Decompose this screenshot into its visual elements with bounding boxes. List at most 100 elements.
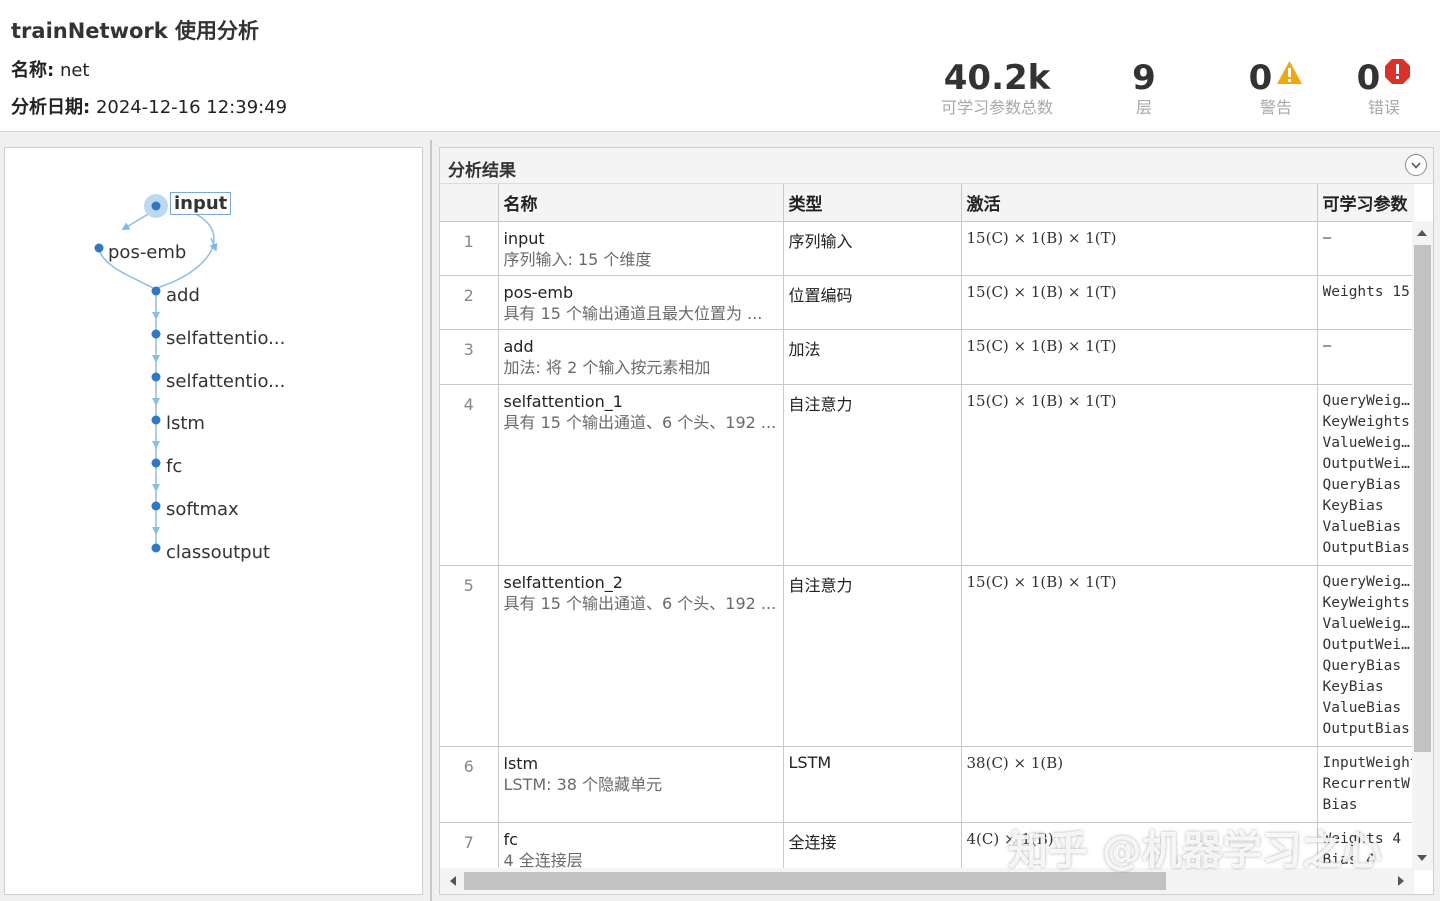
layer-params: –	[1317, 221, 1414, 276]
layer-params: QueryWeig… KeyWeights ValueWeig… OutputW…	[1317, 565, 1414, 747]
layer-activation: 15(C) × 1(B) × 1(T)	[961, 384, 1318, 566]
row-index: 1	[440, 221, 499, 276]
scroll-up-icon[interactable]	[1417, 230, 1427, 236]
table-row[interactable]: 3 add 加法: 将 2 个输入按元素相加 加法 15(C) × 1(B) × …	[440, 329, 1414, 385]
panel-splitter[interactable]	[430, 140, 432, 901]
horizontal-scrollbar[interactable]	[440, 868, 1414, 894]
warnings-stat[interactable]: 0 警告	[1236, 58, 1316, 118]
layer-params: InputWeight RecurrentW Bias	[1317, 746, 1414, 823]
param-name: Bias	[1322, 796, 1358, 813]
table-row[interactable]: 2 pos-emb 具有 15 个输出通道且最大位置为 ... 位置编码 15(C…	[440, 275, 1414, 330]
table-row[interactable]: 4 selfattention_1 具有 15 个输出通道、6 个头、192 ..…	[440, 384, 1414, 566]
param-name: OutputBias	[1322, 720, 1410, 737]
results-title: 分析结果	[448, 161, 516, 181]
col-learnable-params[interactable]: 可学习参数	[1317, 184, 1414, 222]
param-name: –	[1322, 229, 1332, 246]
layer-name: pos-emb	[503, 282, 574, 302]
node-label-selfattention-1[interactable]: selfattentio...	[166, 328, 285, 349]
warnings-label: 警告	[1259, 98, 1292, 117]
layer-name: input	[503, 228, 545, 248]
node-lstm[interactable]	[151, 415, 161, 425]
date-label: 分析日期:	[11, 97, 91, 118]
table-row[interactable]: 1 input 序列输入: 15 个维度 序列输入 15(C) × 1(B) × …	[440, 221, 1414, 276]
scroll-right-icon[interactable]	[1398, 876, 1404, 886]
param-name: QueryWeig…	[1322, 392, 1410, 409]
error-icon	[1384, 58, 1411, 89]
network-graph-panel[interactable]: input pos-emb add selfattentio... selfat…	[4, 147, 423, 895]
node-label-classoutput[interactable]: classoutput	[166, 542, 270, 563]
node-selfattention-1[interactable]	[151, 329, 161, 339]
node-classoutput[interactable]	[151, 543, 161, 553]
layer-name: fc	[503, 829, 518, 849]
node-selfattention-2[interactable]	[151, 372, 161, 382]
node-pos-emb[interactable]	[94, 243, 104, 253]
node-label-softmax[interactable]: softmax	[166, 499, 239, 520]
results-table: 名称 类型 激活 可学习参数 1 input 序列输入: 15 个维度 序列输入 …	[440, 184, 1414, 870]
col-type[interactable]: 类型	[783, 184, 962, 222]
errors-stat[interactable]: 0 错误	[1344, 58, 1424, 118]
layer-activation: 15(C) × 1(B) × 1(T)	[961, 221, 1318, 276]
edge-arrow	[152, 398, 160, 406]
row-index: 6	[440, 746, 499, 823]
date-value: 2024-12-16 12:39:49	[95, 97, 288, 118]
layer-type: LSTM	[783, 746, 962, 823]
params-total: 40.2k	[943, 58, 1051, 98]
page-title: trainNetwork 使用分析	[11, 19, 260, 43]
param-name: OutputWei…	[1322, 636, 1410, 653]
layer-desc: LSTM: 38 个隐藏单元	[503, 774, 663, 794]
table-row[interactable]: 7 fc 4 全连接层 全连接 4(C) × 1(B) Weights 4 Bia…	[440, 822, 1414, 870]
row-name-cell: fc 4 全连接层	[498, 822, 784, 870]
edge-arrow	[152, 355, 160, 363]
node-add[interactable]	[151, 286, 161, 296]
errors-count: 0	[1356, 58, 1381, 98]
param-name: QueryBias	[1322, 476, 1402, 493]
scroll-down-icon[interactable]	[1417, 855, 1427, 861]
params-label: 可学习参数总数	[940, 98, 1053, 117]
layers-count: 9	[1132, 58, 1156, 98]
row-name-cell: pos-emb 具有 15 个输出通道且最大位置为 ...	[498, 275, 784, 330]
row-index: 5	[440, 565, 499, 747]
results-table-viewport[interactable]: 名称 类型 激活 可学习参数 1 input 序列输入: 15 个维度 序列输入 …	[440, 184, 1414, 870]
name-value: net	[59, 60, 90, 81]
node-label-selfattention-2[interactable]: selfattentio...	[166, 371, 285, 392]
col-name[interactable]: 名称	[498, 184, 784, 222]
network-graph[interactable]	[5, 148, 424, 896]
network-name: 名称: net	[11, 56, 89, 82]
param-name: KeyBias	[1322, 497, 1384, 514]
table-row[interactable]: 6 lstm LSTM: 38 个隐藏单元 LSTM 38(C) × 1(B) I…	[440, 746, 1414, 823]
param-name: QueryBias	[1322, 657, 1402, 674]
node-input[interactable]	[151, 201, 161, 211]
warnings-count: 0	[1248, 58, 1273, 98]
layer-name: lstm	[503, 753, 539, 773]
scroll-left-icon[interactable]	[450, 876, 456, 886]
col-activation[interactable]: 激活	[961, 184, 1318, 222]
horizontal-scroll-thumb[interactable]	[464, 872, 1166, 890]
node-label-add[interactable]: add	[166, 285, 200, 306]
node-softmax[interactable]	[151, 501, 161, 511]
layer-type: 全连接	[783, 822, 962, 870]
node-label-input[interactable]: input	[170, 192, 232, 215]
row-name-cell: selfattention_2 具有 15 个输出通道、6 个头、192 ...	[498, 565, 784, 747]
param-name: ValueBias	[1322, 699, 1402, 716]
node-label-pos-emb[interactable]: pos-emb	[108, 242, 186, 263]
table-row[interactable]: 5 selfattention_2 具有 15 个输出通道、6 个头、192 ..…	[440, 565, 1414, 747]
vertical-scroll-thumb[interactable]	[1414, 245, 1431, 752]
chevron-down-icon	[1411, 162, 1421, 169]
row-name-cell: add 加法: 将 2 个输入按元素相加	[498, 329, 784, 385]
node-fc[interactable]	[151, 458, 161, 468]
warning-icon	[1276, 60, 1303, 89]
vertical-scrollbar[interactable]	[1412, 221, 1433, 870]
node-label-lstm[interactable]: lstm	[166, 413, 205, 434]
collapse-button[interactable]	[1405, 154, 1427, 176]
param-name: Weights 4	[1322, 830, 1402, 847]
node-label-fc[interactable]: fc	[166, 456, 182, 477]
learnable-params-stat: 40.2k 可学习参数总数	[930, 58, 1064, 118]
layer-type: 位置编码	[783, 275, 962, 330]
param-name: RecurrentW	[1322, 775, 1410, 792]
analysis-results-panel: 分析结果 名称 类型 激活 可学习参数 1 input 序列输入: 15 个维度…	[439, 147, 1434, 895]
param-name: ValueWeig…	[1322, 434, 1410, 451]
param-name: ValueBias	[1322, 518, 1402, 535]
layer-params: Weights 15	[1317, 275, 1414, 330]
param-name: OutputBias	[1322, 539, 1410, 556]
layers-stat: 9 层	[1112, 58, 1176, 118]
